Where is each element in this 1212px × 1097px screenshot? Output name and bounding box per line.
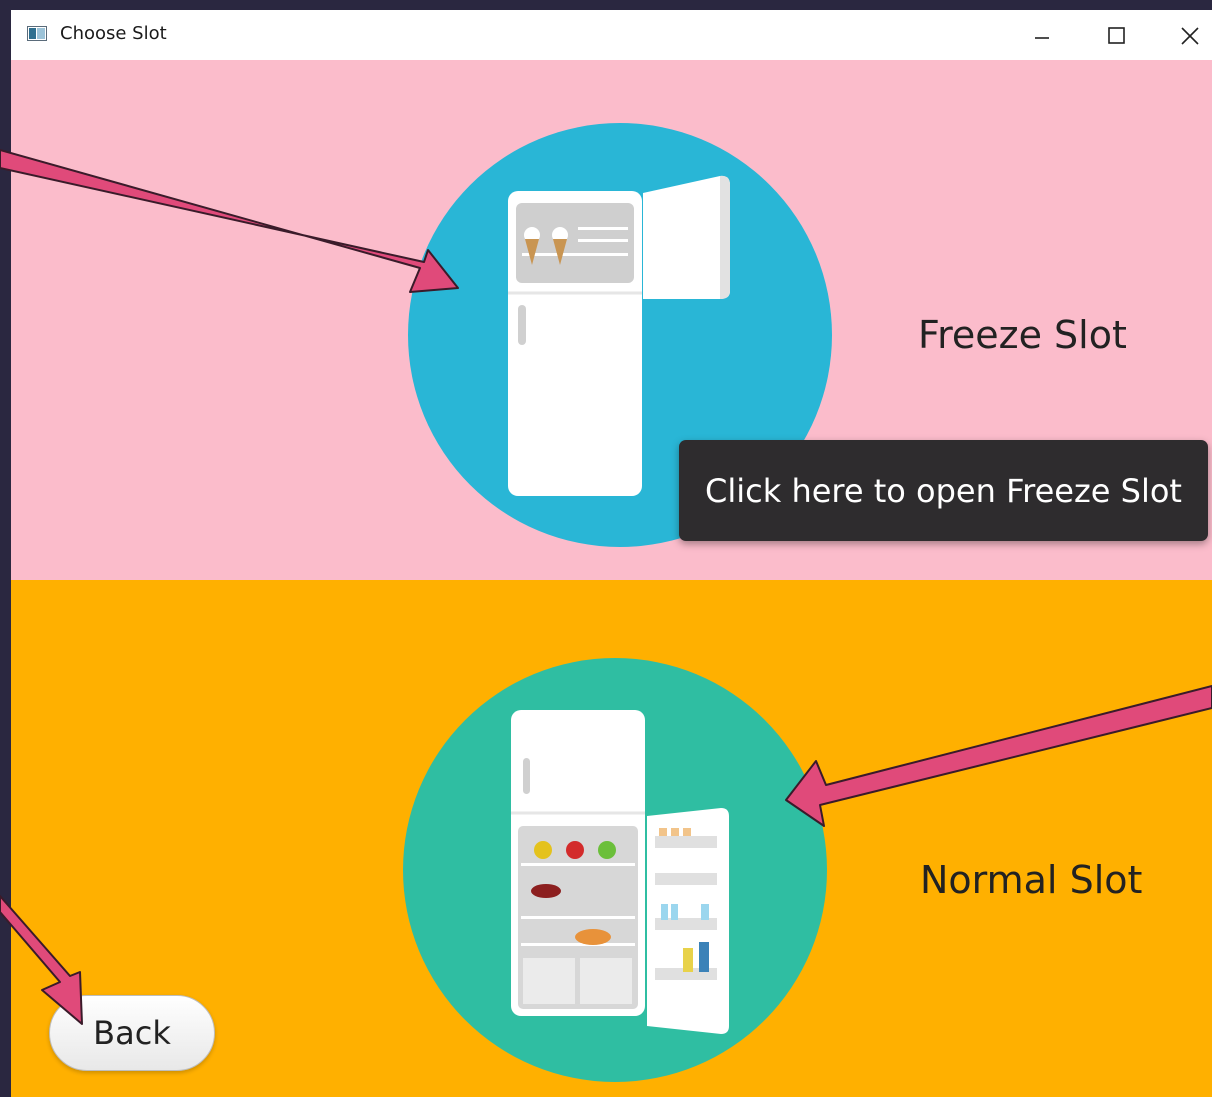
window-app-icon [27,26,47,41]
window-title: Choose Slot [60,23,167,44]
maximize-icon[interactable] [1088,18,1144,52]
back-button[interactable]: Back [49,995,215,1071]
app-window: Choose Slot Freeze Slot Click here to op… [11,10,1212,1097]
window-edge-left [0,0,11,1097]
normal-slot-label[interactable]: Normal Slot [920,858,1142,902]
title-bar[interactable]: Choose Slot [11,10,1212,60]
close-icon[interactable] [1162,18,1212,52]
freeze-slot-label[interactable]: Freeze Slot [918,313,1127,357]
window-edge-top [0,0,1212,10]
fridge-icon[interactable] [403,658,827,1082]
freeze-slot-tooltip: Click here to open Freeze Slot [679,440,1208,541]
freeze-slot-panel: Freeze Slot Click here to open Freeze Sl… [11,60,1212,580]
normal-slot-panel: Normal Slot Back [11,580,1212,1097]
minimize-icon[interactable] [1014,18,1070,52]
